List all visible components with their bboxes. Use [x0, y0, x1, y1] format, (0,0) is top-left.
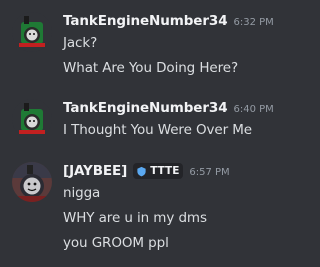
avatar[interactable] [12, 99, 52, 139]
username[interactable]: TankEngineNumber34 [63, 13, 228, 29]
timestamp[interactable]: 6:40 PM [234, 104, 274, 115]
message-text: I Thought You Were Over Me [63, 122, 252, 138]
message-text: Jack? [63, 35, 98, 51]
timestamp[interactable]: 6:32 PM [234, 17, 274, 28]
username[interactable]: [JAYBEE] [63, 163, 127, 179]
message-header: TankEngineNumber34 6:32 PM [63, 13, 274, 29]
server-tag-label: TTTE [150, 165, 180, 177]
avatar[interactable] [12, 12, 52, 52]
engine-avatar-icon [12, 12, 52, 52]
avatar[interactable] [12, 162, 52, 202]
message-header: TankEngineNumber34 6:40 PM [63, 100, 274, 116]
message-text: What Are You Doing Here? [63, 60, 239, 76]
engine-face-avatar-icon [12, 162, 52, 202]
username[interactable]: TankEngineNumber34 [63, 100, 228, 116]
shield-badge-icon [137, 166, 146, 176]
timestamp[interactable]: 6:57 PM [189, 167, 229, 178]
server-tag-badge[interactable]: TTTE [133, 163, 184, 179]
chat-log: TankEngineNumber34 6:32 PM Jack? What Ar… [0, 0, 282, 267]
message-header: [JAYBEE] TTTE 6:57 PM [63, 163, 230, 179]
message-text: WHY are u in my dms [63, 210, 207, 226]
message-text: you GROOM ppl [63, 235, 169, 251]
message-text: nigga [63, 185, 101, 201]
engine-avatar-icon [12, 99, 52, 139]
